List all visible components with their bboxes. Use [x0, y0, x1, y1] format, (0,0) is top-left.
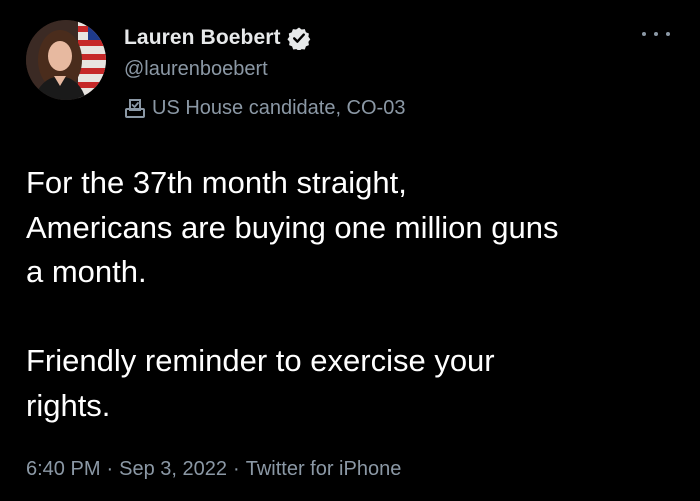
ballot-box-icon	[124, 97, 146, 119]
author-handle[interactable]: @laurenboebert	[124, 58, 268, 81]
verified-badge-icon	[286, 26, 311, 52]
author-name-row: Lauren Boebert	[124, 24, 311, 52]
more-dot	[666, 32, 670, 36]
author-display-name[interactable]: Lauren Boebert	[124, 26, 281, 50]
tweet-source[interactable]: Twitter for iPhone	[246, 458, 402, 481]
meta-separator: ·	[106, 458, 114, 480]
tweet-card: Lauren Boebert @laurenboebert US House c…	[0, 0, 700, 501]
tweet-paragraph-2: Friendly reminder to exercise your right…	[26, 343, 495, 423]
more-dot	[654, 32, 658, 36]
tweet-date[interactable]: Sep 3, 2022	[119, 458, 227, 481]
avatar[interactable]	[26, 20, 106, 100]
more-options-icon[interactable]	[642, 24, 670, 44]
tweet-text: For the 37th month straight, Americans a…	[26, 161, 676, 428]
more-dot	[642, 32, 646, 36]
affiliation-label-text: US House candidate, CO-03	[152, 96, 406, 119]
tweet-time[interactable]: 6:40 PM	[26, 458, 100, 481]
meta-separator: ·	[233, 458, 240, 480]
tweet-paragraph-1: For the 37th month straight, Americans a…	[26, 165, 559, 289]
avatar-image	[26, 20, 106, 100]
tweet-metadata: 6:40 PM · Sep 3, 2022 · Twitter for iPho…	[26, 458, 401, 481]
author-affiliation-label: US House candidate, CO-03	[124, 94, 405, 122]
